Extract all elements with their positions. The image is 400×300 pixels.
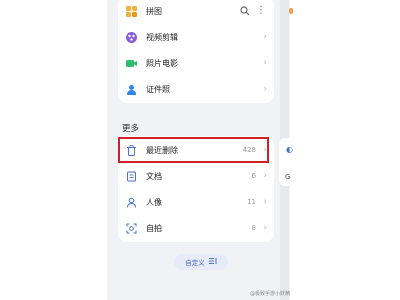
chevron-right-icon: › bbox=[263, 223, 267, 233]
section-title-more: 更多 bbox=[122, 124, 140, 134]
chevron-right-icon: › bbox=[263, 58, 267, 68]
album-count: 428 bbox=[242, 146, 256, 154]
customize-button[interactable]: 自定义 bbox=[174, 254, 228, 270]
search-icon[interactable] bbox=[240, 6, 250, 19]
video-edit-icon bbox=[126, 31, 137, 43]
customize-label: 自定义 bbox=[185, 259, 205, 267]
trash-icon bbox=[126, 144, 137, 156]
album-portraits[interactable]: 人像 11 › bbox=[118, 189, 274, 215]
chevron-right-icon: › bbox=[263, 84, 267, 94]
peek-card-text: G bbox=[285, 173, 291, 181]
tool-item-photo-movie[interactable]: 照片电影 › bbox=[118, 50, 274, 76]
puzzle-icon bbox=[126, 5, 137, 17]
top-bar-actions: ⋮ bbox=[240, 6, 266, 19]
tool-item-label: 证件照 bbox=[146, 84, 170, 94]
album-count: 6 bbox=[251, 172, 256, 180]
tool-item-label: 视频剪辑 bbox=[146, 32, 178, 42]
edge-dot bbox=[289, 8, 293, 14]
document-icon bbox=[126, 171, 137, 182]
selfie-icon bbox=[126, 223, 137, 234]
album-label: 自拍 bbox=[146, 223, 162, 233]
tool-item-video-edit[interactable]: 视频剪辑 › bbox=[118, 24, 274, 50]
album-recently-deleted[interactable]: 最近删除 428 › bbox=[118, 137, 274, 163]
peek-card-icon: ◐ bbox=[286, 145, 293, 154]
chevron-right-icon: › bbox=[263, 197, 267, 207]
tool-item-id-photo[interactable]: 证件照 › bbox=[118, 76, 274, 102]
album-label: 人像 bbox=[146, 197, 162, 207]
chevron-right-icon: › bbox=[263, 32, 267, 42]
sort-icon bbox=[208, 257, 217, 267]
album-documents[interactable]: 文档 6 › bbox=[118, 163, 274, 189]
chevron-right-icon: › bbox=[263, 171, 267, 181]
album-selfies[interactable]: 自拍 8 › bbox=[118, 215, 274, 241]
tool-item-label: 拼图 bbox=[146, 6, 162, 16]
album-count: 11 bbox=[247, 198, 256, 206]
person-icon bbox=[126, 197, 137, 208]
album-label: 文档 bbox=[146, 171, 162, 181]
more-options-icon[interactable]: ⋮ bbox=[256, 6, 266, 19]
watermark: @极致手游小妖精 bbox=[250, 291, 291, 297]
album-count: 8 bbox=[251, 224, 256, 232]
id-photo-icon bbox=[126, 84, 137, 95]
tool-item-label: 照片电影 bbox=[146, 58, 178, 68]
chevron-right-icon: › bbox=[263, 145, 267, 155]
movie-icon bbox=[126, 58, 137, 69]
more-card: 最近删除 428 › 文档 6 › 人像 11 › 自拍 8 › bbox=[118, 136, 274, 242]
album-label: 最近删除 bbox=[146, 145, 178, 155]
